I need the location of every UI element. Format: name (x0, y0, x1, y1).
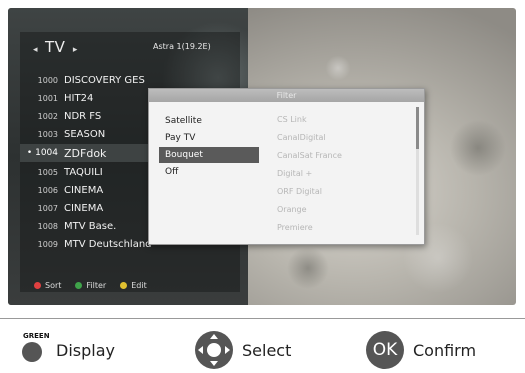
channel-number: 1009 (37, 239, 58, 249)
down-arrow-icon (210, 361, 218, 366)
channel-name: NDR FS (64, 110, 102, 122)
provider-item[interactable]: Digital + (277, 166, 312, 181)
channel-name: CINEMA (64, 202, 104, 214)
select-label: Select (242, 341, 292, 360)
list-title: TV (44, 38, 66, 56)
green-button-icon (22, 342, 42, 362)
ok-button-icon: OK (366, 331, 404, 369)
selected-marker: • (26, 148, 33, 158)
edit-key[interactable]: Edit (120, 281, 147, 290)
left-arrow-icon[interactable]: ◂ (33, 45, 38, 55)
channel-number: 1007 (37, 203, 58, 213)
satellite-name: Astra 1(19.2E) (153, 42, 211, 51)
filter-dialog: Filter Satellite Pay TV Bouquet Off CS L… (148, 88, 425, 245)
filter-key[interactable]: Filter (75, 281, 106, 290)
dialog-title: Filter (149, 89, 424, 102)
provider-item[interactable]: CS Link (277, 112, 307, 127)
up-arrow-icon (210, 334, 218, 339)
channel-number: 1001 (37, 93, 58, 103)
provider-item[interactable]: ORF Digital (277, 184, 322, 199)
tv-screen: ◂ TV ▸ Astra 1(19.2E) 1000 DISCOVERY GES… (8, 8, 516, 305)
channel-name: SEASON (64, 128, 106, 140)
channel-name: MTV Deutschland (64, 238, 152, 250)
channel-number: 1000 (37, 75, 58, 85)
channel-name: ZDFdok (64, 146, 107, 160)
channel-name: MTV Base. (64, 220, 117, 232)
list-header: ◂ TV ▸ (30, 38, 80, 56)
provider-item[interactable]: Premiere (277, 220, 313, 235)
channel-name: DISCOVERY GES (64, 74, 145, 86)
display-label: Display (56, 341, 115, 360)
red-dot-icon (34, 281, 41, 289)
confirm-label: Confirm (413, 341, 477, 360)
channel-name: TAQUILI (64, 166, 103, 178)
navigation-pad-icon (195, 331, 233, 369)
filter-option-satellite[interactable]: Satellite (159, 113, 259, 129)
filter-option-bouquet[interactable]: Bouquet (159, 147, 259, 163)
channel-number: 1005 (37, 167, 58, 177)
right-arrow-icon (225, 346, 230, 354)
channel-number: 1002 (37, 111, 58, 121)
channel-number: 1003 (37, 129, 58, 139)
button-legend: GREEN Display Select OK Confirm (0, 318, 525, 373)
channel-number: 1008 (37, 221, 58, 231)
channel-row[interactable]: 1000 DISCOVERY GES (20, 71, 240, 89)
green-dot-icon (75, 281, 83, 289)
yellow-dot-icon (120, 281, 128, 289)
channel-name: HIT24 (64, 92, 94, 104)
left-arrow-icon (198, 346, 203, 354)
green-button-tag: GREEN (23, 332, 50, 340)
provider-item[interactable]: Orange (277, 202, 307, 217)
filter-option-pay-tv[interactable]: Pay TV (159, 130, 259, 146)
provider-item[interactable]: CanalDigital (277, 130, 326, 145)
sort-key[interactable]: Sort (34, 281, 61, 290)
scrollbar-thumb[interactable] (416, 107, 419, 149)
channel-number: 1006 (37, 185, 58, 195)
filter-option-off[interactable]: Off (159, 164, 259, 180)
right-arrow-icon[interactable]: ▸ (73, 45, 78, 55)
channel-number: • 1004 (26, 148, 58, 158)
color-key-bar: Sort Filter Edit (20, 277, 240, 293)
provider-item[interactable]: CanalSat France (277, 148, 342, 163)
channel-name: CINEMA (64, 184, 104, 196)
